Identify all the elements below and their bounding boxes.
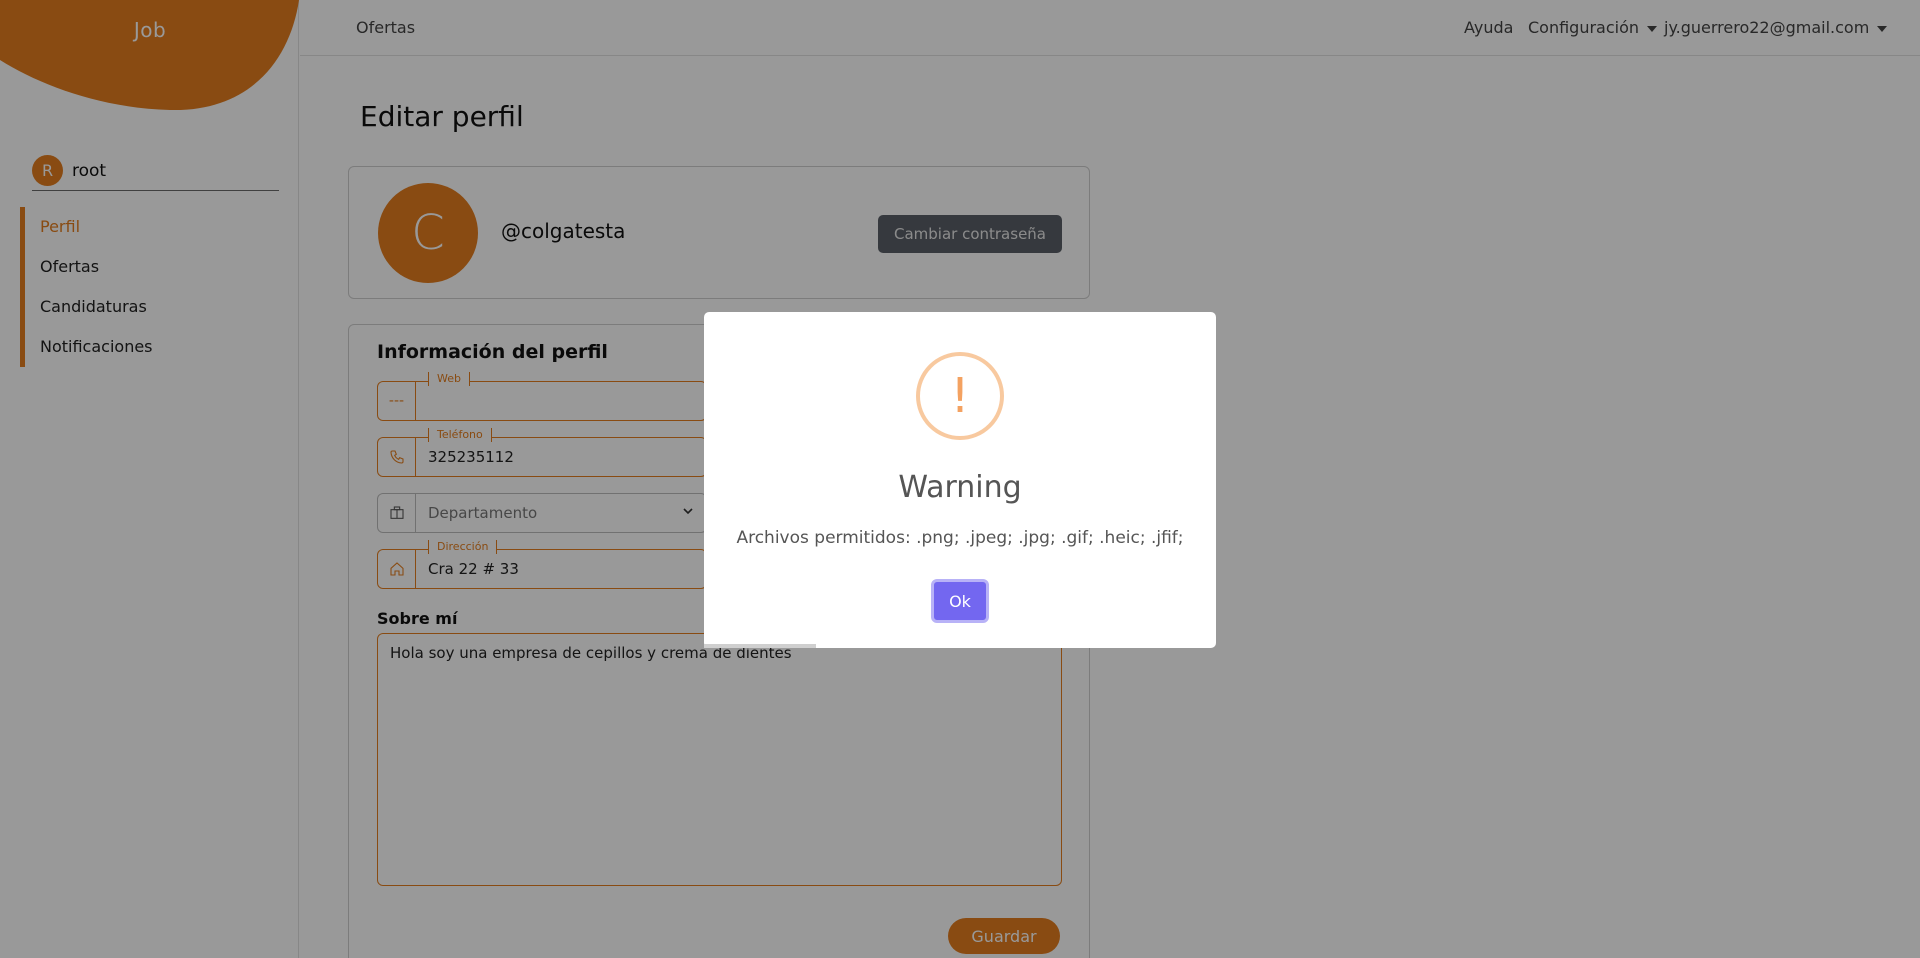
dialog-message: Archivos permitidos: .png; .jpeg; .jpg; …: [736, 528, 1184, 548]
warning-icon: !: [916, 352, 1004, 440]
timer-progress-bar: [704, 644, 816, 648]
warning-dialog: ! Warning Archivos permitidos: .png; .jp…: [704, 312, 1216, 648]
ok-button[interactable]: Ok: [931, 579, 989, 623]
dialog-title: Warning: [898, 470, 1022, 505]
